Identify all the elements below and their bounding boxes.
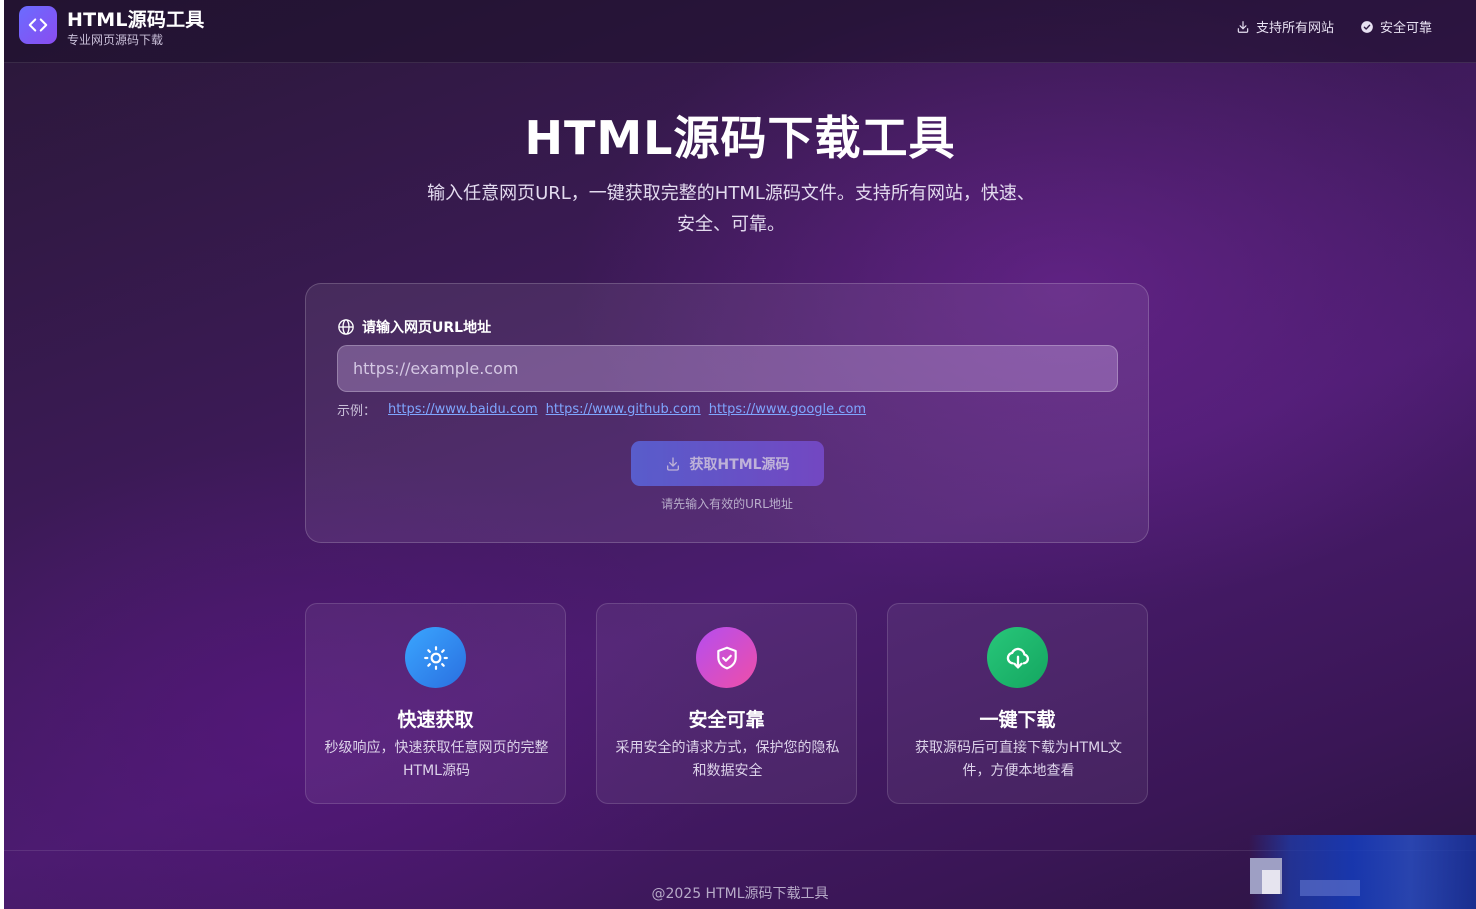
pixelated-overlay-block xyxy=(1262,870,1280,894)
feature-desc-download: 获取源码后可直接下载为HTML文件，方便本地查看 xyxy=(915,740,1122,779)
shield-icon xyxy=(716,646,737,669)
secure-reliable-label: 安全可靠 xyxy=(1380,21,1433,36)
url-hint: 请先输入有效的URL地址 xyxy=(661,497,793,511)
url-field-label: 请输入网页URL地址 xyxy=(337,317,491,337)
url-form-card: 请输入网页URL地址 示例： https://www.baidu.com htt… xyxy=(305,283,1149,543)
fetch-html-button[interactable]: 获取HTML源码 xyxy=(631,441,824,486)
example-link-baidu[interactable]: https://www.baidu.com xyxy=(388,402,538,417)
feature-card-fast: 快速获取 秒级响应，快速获取任意网页的完整HTML源码 xyxy=(305,603,566,804)
feature-title-download: 一键下载 xyxy=(979,709,1056,731)
feature-title-fast: 快速获取 xyxy=(397,709,474,731)
logo[interactable] xyxy=(19,6,57,44)
example-link-github[interactable]: https://www.github.com xyxy=(546,402,701,417)
fetch-html-button-label: 获取HTML源码 xyxy=(689,456,790,473)
support-all-sites-link[interactable]: 支持所有网站 xyxy=(1236,17,1334,36)
hero-title: HTML源码下载工具 xyxy=(524,111,956,165)
globe-icon xyxy=(338,319,354,335)
check-circle-icon xyxy=(1361,20,1373,33)
download-icon xyxy=(667,456,680,471)
url-field-label-text: 请输入网页URL地址 xyxy=(362,320,492,336)
feature-icon-secure xyxy=(696,627,757,688)
example-link-google[interactable]: https://www.google.com xyxy=(709,402,866,417)
examples-label: 示例： xyxy=(337,404,377,419)
feature-card-download: 一键下载 获取源码后可直接下载为HTML文件，方便本地查看 xyxy=(887,603,1148,804)
feature-icon-download xyxy=(987,627,1048,688)
feature-title-secure: 安全可靠 xyxy=(688,709,765,731)
brand-subtitle: 专业网页源码下载 xyxy=(67,33,164,47)
feature-desc-fast: 秒级响应，快速获取任意网页的完整HTML源码 xyxy=(324,740,549,779)
hero-description: 输入任意网页URL，一键获取完整的HTML源码文件。支持所有网站，快速、安全、可… xyxy=(427,183,1035,235)
download-icon xyxy=(1237,20,1249,33)
secure-reliable-link[interactable]: 安全可靠 xyxy=(1360,17,1432,36)
feature-icon-fast xyxy=(405,627,466,688)
url-input[interactable] xyxy=(337,345,1118,392)
cloud-download-icon xyxy=(1006,647,1029,668)
support-all-sites-label: 支持所有网站 xyxy=(1256,21,1335,36)
top-header: HTML源码工具 专业网页源码下载 支持所有网站 安全可靠 xyxy=(4,0,1476,63)
feature-card-secure: 安全可靠 采用安全的请求方式，保护您的隐私和数据安全 xyxy=(596,603,857,804)
brand-title: HTML源码工具 xyxy=(67,9,205,31)
pixelated-overlay xyxy=(1249,835,1476,909)
sun-icon xyxy=(423,645,448,670)
feature-desc-secure: 采用安全的请求方式，保护您的隐私和数据安全 xyxy=(615,740,840,779)
page: HTML源码工具 专业网页源码下载 支持所有网站 安全可靠 HTML源码下载工具… xyxy=(4,0,1476,909)
pixelated-overlay-block xyxy=(1300,880,1360,896)
url-examples: 示例： https://www.baidu.com https://www.gi… xyxy=(337,400,866,419)
code-icon xyxy=(28,18,48,32)
